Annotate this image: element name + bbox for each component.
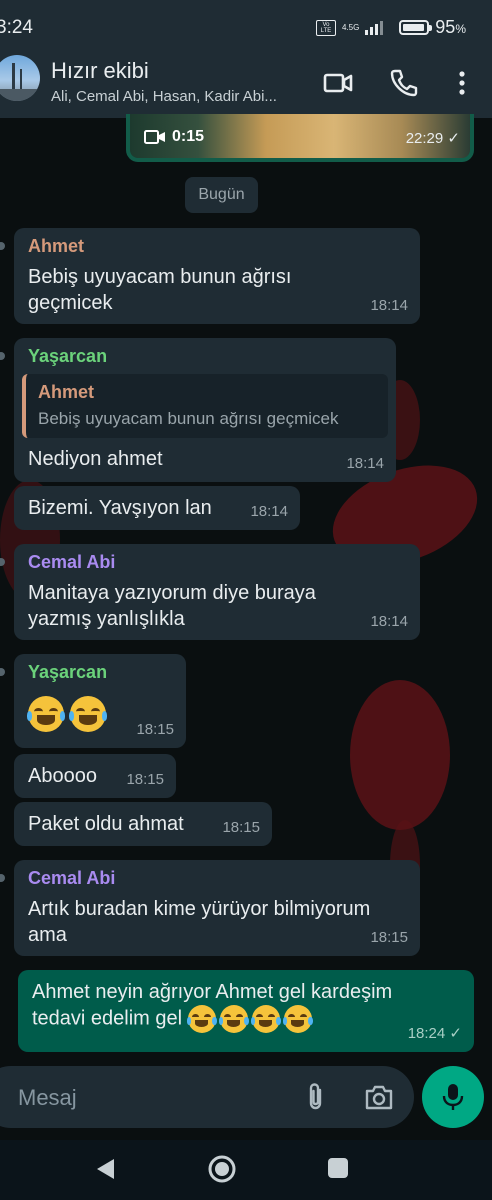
message-input-bar: Mesaj	[0, 1066, 414, 1128]
signal-icon	[365, 20, 384, 35]
volte-icon: Vo LTE	[315, 19, 336, 36]
message-bubble[interactable]: Aboooo 18:15	[14, 754, 176, 798]
quote-text: Bebiş uyuyacam bunun ağrısı geçmicek	[38, 409, 339, 428]
video-icon	[144, 130, 165, 144]
system-navigation-bar	[0, 1140, 492, 1200]
message-text: Nediyon ahmet	[28, 448, 163, 470]
message-sender: Cemal Abi	[28, 868, 116, 888]
laughing-crying-emoji-icon	[218, 1005, 249, 1033]
message-bubble[interactable]: Paket oldu ahmat 18:15	[14, 802, 272, 846]
message-text: Aboooo	[28, 765, 97, 787]
laughing-crying-emoji-icon	[250, 1005, 281, 1033]
video-duration: 0:15	[144, 128, 204, 146]
message-time: 18:14	[250, 503, 288, 520]
message-emoji	[26, 696, 112, 732]
attach-icon[interactable]	[302, 1082, 330, 1112]
delivered-check-icon: ✓	[449, 1025, 462, 1042]
laughing-crying-emoji-icon	[282, 1005, 313, 1033]
quoted-message[interactable]: Ahmet Bebiş uyuyacam bunun ağrısı geçmic…	[22, 374, 388, 438]
home-icon[interactable]	[207, 1154, 237, 1184]
message-time: 18:15	[370, 929, 408, 946]
video-call-icon[interactable]	[323, 68, 353, 98]
message-text: Paket oldu ahmat	[28, 813, 184, 835]
chat-header: Hızır ekibi Ali, Cemal Abi, Hasan, Kadir…	[0, 46, 492, 118]
battery-percent: 95%	[435, 17, 466, 37]
date-chip: Bugün	[185, 177, 258, 213]
group-title[interactable]: Hızır ekibi	[51, 58, 149, 84]
message-input[interactable]: Mesaj	[18, 1085, 77, 1111]
quote-sender: Ahmet	[38, 382, 95, 402]
message-sender: Cemal Abi	[28, 552, 116, 572]
message-sender: Yaşarcan	[28, 346, 108, 366]
laughing-crying-emoji-icon	[68, 696, 108, 732]
message-time: 18:15	[222, 819, 260, 836]
laughing-crying-emoji-icon	[186, 1005, 217, 1033]
voice-message-button[interactable]	[422, 1066, 484, 1128]
back-icon[interactable]	[94, 1157, 116, 1181]
voice-call-icon[interactable]	[389, 68, 419, 98]
status-icons: Vo LTE 4.5G 95%	[315, 17, 466, 38]
message-text: Bebiş uyuyacam bunun ağrısı geçmicek	[28, 266, 292, 314]
message-bubble[interactable]: Ahmet Bebiş uyuyacam bunun ağrısı geçmic…	[14, 228, 420, 324]
battery-icon	[399, 20, 433, 35]
camera-icon[interactable]	[364, 1083, 394, 1111]
message-text: Bizemi. Yavşıyon lan	[28, 497, 212, 519]
more-options-icon[interactable]	[447, 68, 477, 98]
message-bubble[interactable]: Cemal Abi Manitaya yazıyorum diye buraya…	[14, 544, 420, 640]
message-bubble[interactable]: Yaşarcan 18:15	[14, 654, 186, 748]
laughing-crying-emoji-icon	[26, 696, 66, 732]
group-avatar[interactable]	[0, 55, 40, 101]
message-bubble[interactable]: Cemal Abi Artık buradan kime yürüyor bil…	[14, 860, 420, 956]
message-time: 18:14	[346, 455, 384, 472]
recents-icon[interactable]	[328, 1158, 348, 1178]
message-sender: Ahmet	[28, 236, 85, 256]
message-time: 18:15	[126, 771, 164, 788]
message-sender: Yaşarcan	[28, 662, 108, 682]
video-time: 22:29 ✓	[405, 130, 460, 147]
message-text: Ahmet neyin ağrıyor Ahmet gel kardeşim t…	[32, 979, 392, 1033]
network-type: 4.5G	[341, 22, 360, 32]
outgoing-message-bubble[interactable]: Ahmet neyin ağrıyor Ahmet gel kardeşim t…	[18, 970, 474, 1052]
message-time: 18:15	[136, 721, 174, 738]
message-time: 18:14	[370, 613, 408, 630]
message-text: Manitaya yazıyorum diye buraya yazmış ya…	[28, 582, 316, 630]
message-time: 18:14	[370, 297, 408, 314]
video-message[interactable]: 0:15 22:29 ✓	[126, 114, 474, 162]
group-members[interactable]: Ali, Cemal Abi, Hasan, Kadir Abi...	[51, 88, 277, 105]
message-bubble[interactable]: Yaşarcan Ahmet Bebiş uyuyacam bunun ağrı…	[14, 338, 396, 482]
message-text: Artık buradan kime yürüyor bilmiyorum am…	[28, 898, 371, 946]
status-time: 3:24	[0, 17, 33, 38]
microphone-icon	[442, 1084, 464, 1110]
message-time: 18:24 ✓	[407, 1025, 462, 1042]
message-bubble[interactable]: Bizemi. Yavşıyon lan 18:14	[14, 486, 300, 530]
